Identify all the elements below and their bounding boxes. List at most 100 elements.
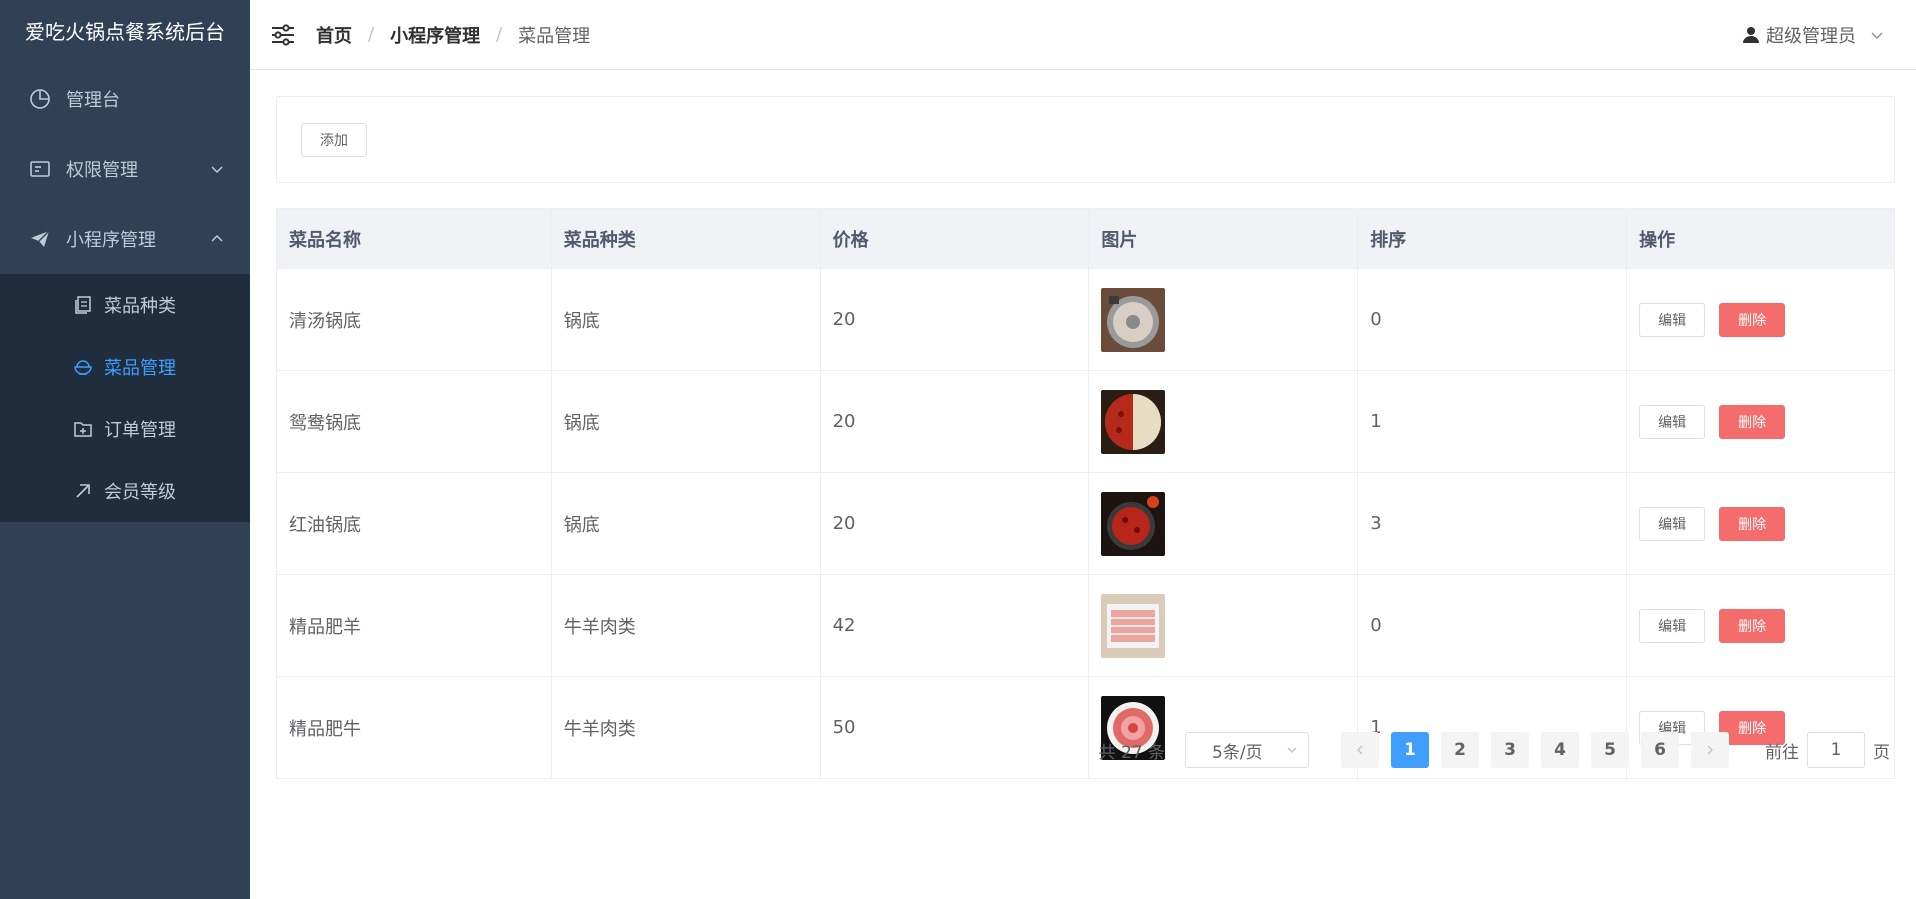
column-header-image: 图片 [1088,208,1359,269]
dish-category: 锅底 [551,370,821,473]
sidebar-item-dashboard[interactable]: 管理台 [0,64,250,134]
dish-price: 42 [820,574,1090,677]
breadcrumb-miniprogram[interactable]: 小程序管理 [390,22,480,48]
sidebar-subitem-dish-category[interactable]: 菜品种类 [0,274,250,336]
actions-cell: 编辑 删除 [1626,268,1895,371]
page-size-select[interactable]: 5条/页 [1185,732,1309,768]
page-button-4[interactable]: 4 [1541,732,1579,768]
page-jump-input[interactable] [1807,732,1865,768]
edit-button[interactable]: 编辑 [1639,506,1706,541]
sidebar: 爱吃火锅点餐系统后台 管理台 权限管理 小程序管理 菜品种类 菜品管理 订单管理… [0,0,250,899]
sidebar-item-label: 菜品种类 [104,296,176,317]
chevron-down-icon [211,166,223,174]
submenu-miniprogram: 菜品种类 菜品管理 订单管理 会员等级 [0,274,250,522]
column-header-actions: 操作 [1626,208,1895,269]
dish-category: 牛羊肉类 [551,574,821,677]
dish-image-cell [1088,574,1359,677]
page-jump: 前往 页 [1765,732,1890,768]
chevron-down-icon [1871,32,1883,40]
edit-button[interactable]: 编辑 [1639,608,1706,643]
delete-button[interactable]: 删除 [1719,302,1786,337]
sidebar-item-label: 权限管理 [66,160,138,181]
dish-image-cell [1088,370,1359,473]
red-oil-broth-image [1101,491,1166,556]
actions-cell: 编辑 删除 [1626,574,1895,677]
edit-button[interactable]: 编辑 [1639,302,1706,337]
page-button-3[interactable]: 3 [1491,732,1529,768]
dashboard-icon [28,87,52,111]
sidebar-item-miniprogram[interactable]: 小程序管理 [0,204,250,274]
sidebar-subitem-order-management[interactable]: 订单管理 [0,398,250,460]
dish-sort: 1 [1357,370,1628,473]
actions-cell: 编辑 删除 [1626,370,1895,473]
sidebar-item-label: 会员等级 [104,482,176,503]
sidebar-toggle-icon[interactable] [270,22,296,48]
breadcrumb-current: 菜品管理 [518,25,591,47]
dish-image-cell [1088,268,1359,371]
breadcrumb-home[interactable]: 首页 [316,22,352,48]
dish-table: 菜品名称 菜品种类 价格 图片 排序 操作 清汤锅底 锅底 20 0 编辑 删除… [276,208,1895,779]
page-jump-prefix: 前往 [1765,742,1799,763]
dish-image-cell [1088,472,1359,575]
copy-icon [72,294,94,316]
delete-button[interactable]: 删除 [1719,608,1786,643]
user-name: 超级管理员 [1766,26,1856,47]
page-button-6[interactable]: 6 [1641,732,1679,768]
arrow-up-right-icon [72,480,94,502]
sidebar-item-permissions[interactable]: 权限管理 [0,134,250,204]
chevron-up-icon [211,234,223,242]
pagination: 共 27 条 5条/页 1 2 3 4 5 6 前往 页 [1099,732,1890,768]
bowl-icon [72,356,94,378]
dish-price: 20 [820,268,1090,371]
delete-button[interactable]: 删除 [1719,506,1786,541]
sidebar-item-label: 管理台 [66,90,120,111]
sidebar-subitem-member-level[interactable]: 会员等级 [0,460,250,522]
dish-price: 50 [820,676,1090,779]
table-row: 清汤锅底 锅底 20 0 编辑 删除 [276,268,1895,371]
page-button-5[interactable]: 5 [1591,732,1629,768]
breadcrumb: 首页 / 小程序管理 / 菜品管理 [316,22,590,48]
id-card-icon [28,157,52,181]
lamb-slices-image [1101,593,1166,658]
table-header-row: 菜品名称 菜品种类 价格 图片 排序 操作 [276,208,1895,269]
add-button[interactable]: 添加 [301,122,367,157]
column-header-sort: 排序 [1357,208,1628,269]
dish-price: 20 [820,370,1090,473]
dish-name: 精品肥羊 [276,574,552,677]
app-root: 爱吃火锅点餐系统后台 管理台 权限管理 小程序管理 菜品种类 菜品管理 订单管理… [0,0,1916,899]
edit-button[interactable]: 编辑 [1639,404,1706,439]
column-header-price: 价格 [820,208,1090,269]
pagination-total: 共 27 条 [1098,742,1165,763]
chevron-right-icon [1707,745,1713,755]
dish-name: 红油锅底 [276,472,552,575]
dish-name: 清汤锅底 [276,268,552,371]
sidebar-item-label: 小程序管理 [66,230,156,251]
page-size-value: 5条/页 [1212,742,1263,763]
dish-name: 精品肥牛 [276,676,552,779]
chevron-down-icon [1287,747,1297,753]
delete-button[interactable]: 删除 [1719,404,1786,439]
user-icon [1743,27,1759,43]
dish-sort: 3 [1357,472,1628,575]
page-button-2[interactable]: 2 [1441,732,1479,768]
breadcrumb-separator: / [496,24,503,45]
sidebar-subitem-dish-management[interactable]: 菜品管理 [0,336,250,398]
user-menu[interactable]: 超级管理员 [1742,0,1884,70]
table-row: 鸳鸯锅底 锅底 20 1 编辑 删除 [276,370,1895,473]
dish-name: 鸳鸯锅底 [276,370,552,473]
top-header: 首页 / 小程序管理 / 菜品管理 超级管理员 [250,0,1916,70]
dish-category: 锅底 [551,472,821,575]
dish-category: 锅底 [551,268,821,371]
yuanyang-broth-image [1101,389,1166,454]
dish-sort: 0 [1357,574,1628,677]
dish-price: 20 [820,472,1090,575]
main-content: 添加 菜品名称 菜品种类 价格 图片 排序 操作 清汤锅底 锅底 20 0 编辑… [250,70,1916,899]
dish-sort: 0 [1357,268,1628,371]
next-page-button[interactable] [1691,732,1729,768]
app-title: 爱吃火锅点餐系统后台 [25,20,225,44]
table-row: 精品肥羊 牛羊肉类 42 0 编辑 删除 [276,574,1895,677]
prev-page-button[interactable] [1341,732,1379,768]
page-jump-suffix: 页 [1873,742,1890,763]
page-button-1[interactable]: 1 [1391,732,1429,768]
chevron-left-icon [1357,745,1363,755]
